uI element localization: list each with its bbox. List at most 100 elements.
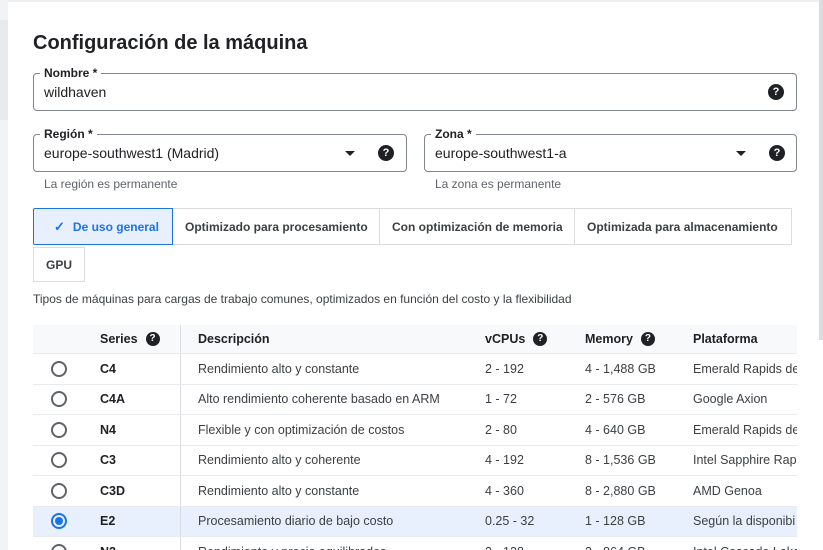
table-row[interactable]: N4 Flexible y con optimización de costos… bbox=[33, 415, 797, 446]
vcpus-cell: 4 - 192 bbox=[485, 453, 524, 468]
radio-button[interactable] bbox=[51, 354, 75, 384]
vcpus-cell: 0.25 - 32 bbox=[485, 514, 535, 529]
family-description: Tipos de máquinas para cargas de trabajo… bbox=[33, 292, 572, 306]
header-vcpus: vCPUs? bbox=[485, 325, 585, 353]
platform-cell: Intel Cascade Lake bbox=[693, 537, 797, 550]
platform-cell: Google Axion bbox=[693, 392, 768, 407]
tab-label: De uso general bbox=[72, 219, 159, 234]
vcpus-cell: 2 - 128 bbox=[485, 537, 585, 550]
tab-memory-optimized[interactable]: Con optimización de memoria bbox=[380, 208, 575, 245]
region-label: Región * bbox=[40, 127, 97, 141]
header-memory: Memory? bbox=[585, 325, 693, 353]
vcpus-cell: 4 - 360 bbox=[485, 483, 524, 498]
platform-cell: Intel Sapphire Rapi bbox=[693, 453, 797, 468]
chevron-down-icon[interactable] bbox=[736, 151, 746, 156]
description-cell: Flexible y con optimización de costos bbox=[198, 422, 405, 437]
header-series: Series? bbox=[100, 325, 180, 353]
region-select[interactable]: Región * europe-southwest1 (Madrid) ? bbox=[33, 127, 407, 172]
vcpus-cell: 1 - 72 bbox=[485, 392, 517, 407]
check-icon: ✓ bbox=[54, 218, 65, 234]
side-panel-marker bbox=[0, 20, 8, 120]
memory-cell: 4 - 640 GB bbox=[585, 422, 646, 437]
machine-series-table: Series? Descripción vCPUs? Memory? Plata… bbox=[33, 325, 797, 550]
name-input[interactable]: wildhaven bbox=[44, 84, 106, 100]
name-field[interactable]: Nombre * wildhaven ? bbox=[33, 66, 797, 111]
column-divider bbox=[180, 325, 181, 353]
help-icon[interactable]: ? bbox=[533, 332, 548, 346]
vcpus-cell: 2 - 80 bbox=[485, 422, 517, 437]
region-value: europe-southwest1 (Madrid) bbox=[44, 145, 220, 161]
memory-cell: 2 - 576 GB bbox=[585, 392, 646, 407]
description-cell: Alto rendimiento coherente basado en ARM bbox=[198, 392, 440, 407]
description-cell: Rendimiento alto y coherente bbox=[198, 453, 361, 468]
series-cell: N4 bbox=[100, 422, 116, 437]
machine-family-tabs: ✓ De uso general Optimizado para procesa… bbox=[33, 208, 792, 245]
help-icon[interactable]: ? bbox=[640, 332, 655, 346]
name-label: Nombre * bbox=[40, 66, 102, 80]
series-cell: C4 bbox=[100, 361, 116, 376]
series-cell: C3 bbox=[100, 453, 116, 468]
table-row[interactable]: C3 Rendimiento alto y coherente 4 - 192 … bbox=[33, 445, 797, 476]
column-divider bbox=[180, 384, 181, 414]
tab-label: Optimizado para procesamiento bbox=[185, 219, 368, 234]
memory-cell: 8 - 1,536 GB bbox=[585, 453, 656, 468]
column-divider bbox=[180, 354, 181, 384]
table-row[interactable]: C4A Alto rendimiento coherente basado en… bbox=[33, 384, 797, 415]
description-cell: Procesamiento diario de bajo costo bbox=[198, 514, 394, 529]
column-divider bbox=[180, 537, 181, 550]
region-hint: La región es permanente bbox=[44, 177, 178, 191]
series-cell: E2 bbox=[100, 514, 116, 529]
table-row[interactable]: N2 Rendimiento y precio equilibrados 2 -… bbox=[33, 537, 797, 550]
column-divider bbox=[180, 415, 181, 445]
help-icon[interactable]: ? bbox=[378, 145, 394, 161]
radio-button[interactable] bbox=[51, 415, 75, 445]
top-divider bbox=[8, 0, 823, 2]
column-divider bbox=[180, 506, 181, 536]
tab-label: GPU bbox=[45, 257, 72, 272]
table-row[interactable]: C4 Rendimiento alto y constante 2 - 192 … bbox=[33, 354, 797, 385]
memory-cell: 1 - 128 GB bbox=[585, 514, 646, 529]
tab-general-purpose[interactable]: ✓ De uso general bbox=[33, 208, 173, 245]
series-cell: N2 bbox=[100, 537, 180, 550]
description-cell: Rendimiento alto y constante bbox=[198, 483, 360, 498]
header-platform: Plataforma bbox=[693, 332, 758, 346]
column-divider bbox=[180, 445, 181, 475]
platform-cell: AMD Genoa bbox=[693, 483, 762, 498]
scrollbar[interactable] bbox=[819, 0, 823, 340]
column-divider bbox=[180, 476, 181, 506]
zone-hint: La zona es permanente bbox=[435, 177, 562, 191]
side-panel-edge bbox=[0, 0, 8, 550]
radio-button[interactable] bbox=[51, 507, 75, 537]
description-cell: Rendimiento alto y constante bbox=[198, 361, 360, 376]
series-cell: C4A bbox=[100, 392, 126, 407]
memory-cell: 8 - 2,880 GB bbox=[585, 483, 656, 498]
tab-compute-optimized[interactable]: Optimizado para procesamiento bbox=[173, 208, 380, 245]
vcpus-cell: 2 - 192 bbox=[485, 361, 524, 376]
help-icon[interactable]: ? bbox=[145, 332, 160, 346]
memory-cell: 4 - 1,488 GB bbox=[585, 361, 656, 376]
tab-storage-optimized[interactable]: Optimizada para almacenamiento bbox=[575, 208, 792, 245]
platform-cell: Según la disponibi bbox=[693, 514, 796, 529]
zone-value: europe-southwest1-a bbox=[435, 145, 567, 161]
table-row-selected[interactable]: E2 Procesamiento diario de bajo costo 0.… bbox=[33, 506, 797, 537]
radio-button[interactable] bbox=[51, 537, 75, 550]
radio-button[interactable] bbox=[51, 385, 75, 415]
table-header: Series? Descripción vCPUs? Memory? Plata… bbox=[33, 325, 797, 354]
platform-cell: Emerald Rapids de bbox=[693, 361, 797, 376]
section-title: Configuración de la máquina bbox=[33, 32, 308, 54]
series-cell: C3D bbox=[100, 483, 126, 498]
description-cell: Rendimiento y precio equilibrados bbox=[198, 537, 478, 550]
help-icon[interactable]: ? bbox=[768, 84, 784, 100]
tab-label: Con optimización de memoria bbox=[392, 219, 563, 234]
header-description: Descripción bbox=[198, 332, 270, 346]
help-icon[interactable]: ? bbox=[769, 145, 785, 161]
memory-cell: 2 - 864 GB bbox=[585, 537, 693, 550]
platform-cell: Emerald Rapids de bbox=[693, 422, 797, 437]
tab-gpu[interactable]: GPU bbox=[33, 247, 85, 282]
table-row[interactable]: C3D Rendimiento alto y constante 4 - 360… bbox=[33, 476, 797, 507]
zone-select[interactable]: Zona * europe-southwest1-a ? bbox=[424, 127, 797, 172]
chevron-down-icon[interactable] bbox=[345, 151, 355, 156]
radio-button[interactable] bbox=[51, 446, 75, 476]
zone-label: Zona * bbox=[431, 127, 476, 141]
radio-button[interactable] bbox=[51, 476, 75, 506]
